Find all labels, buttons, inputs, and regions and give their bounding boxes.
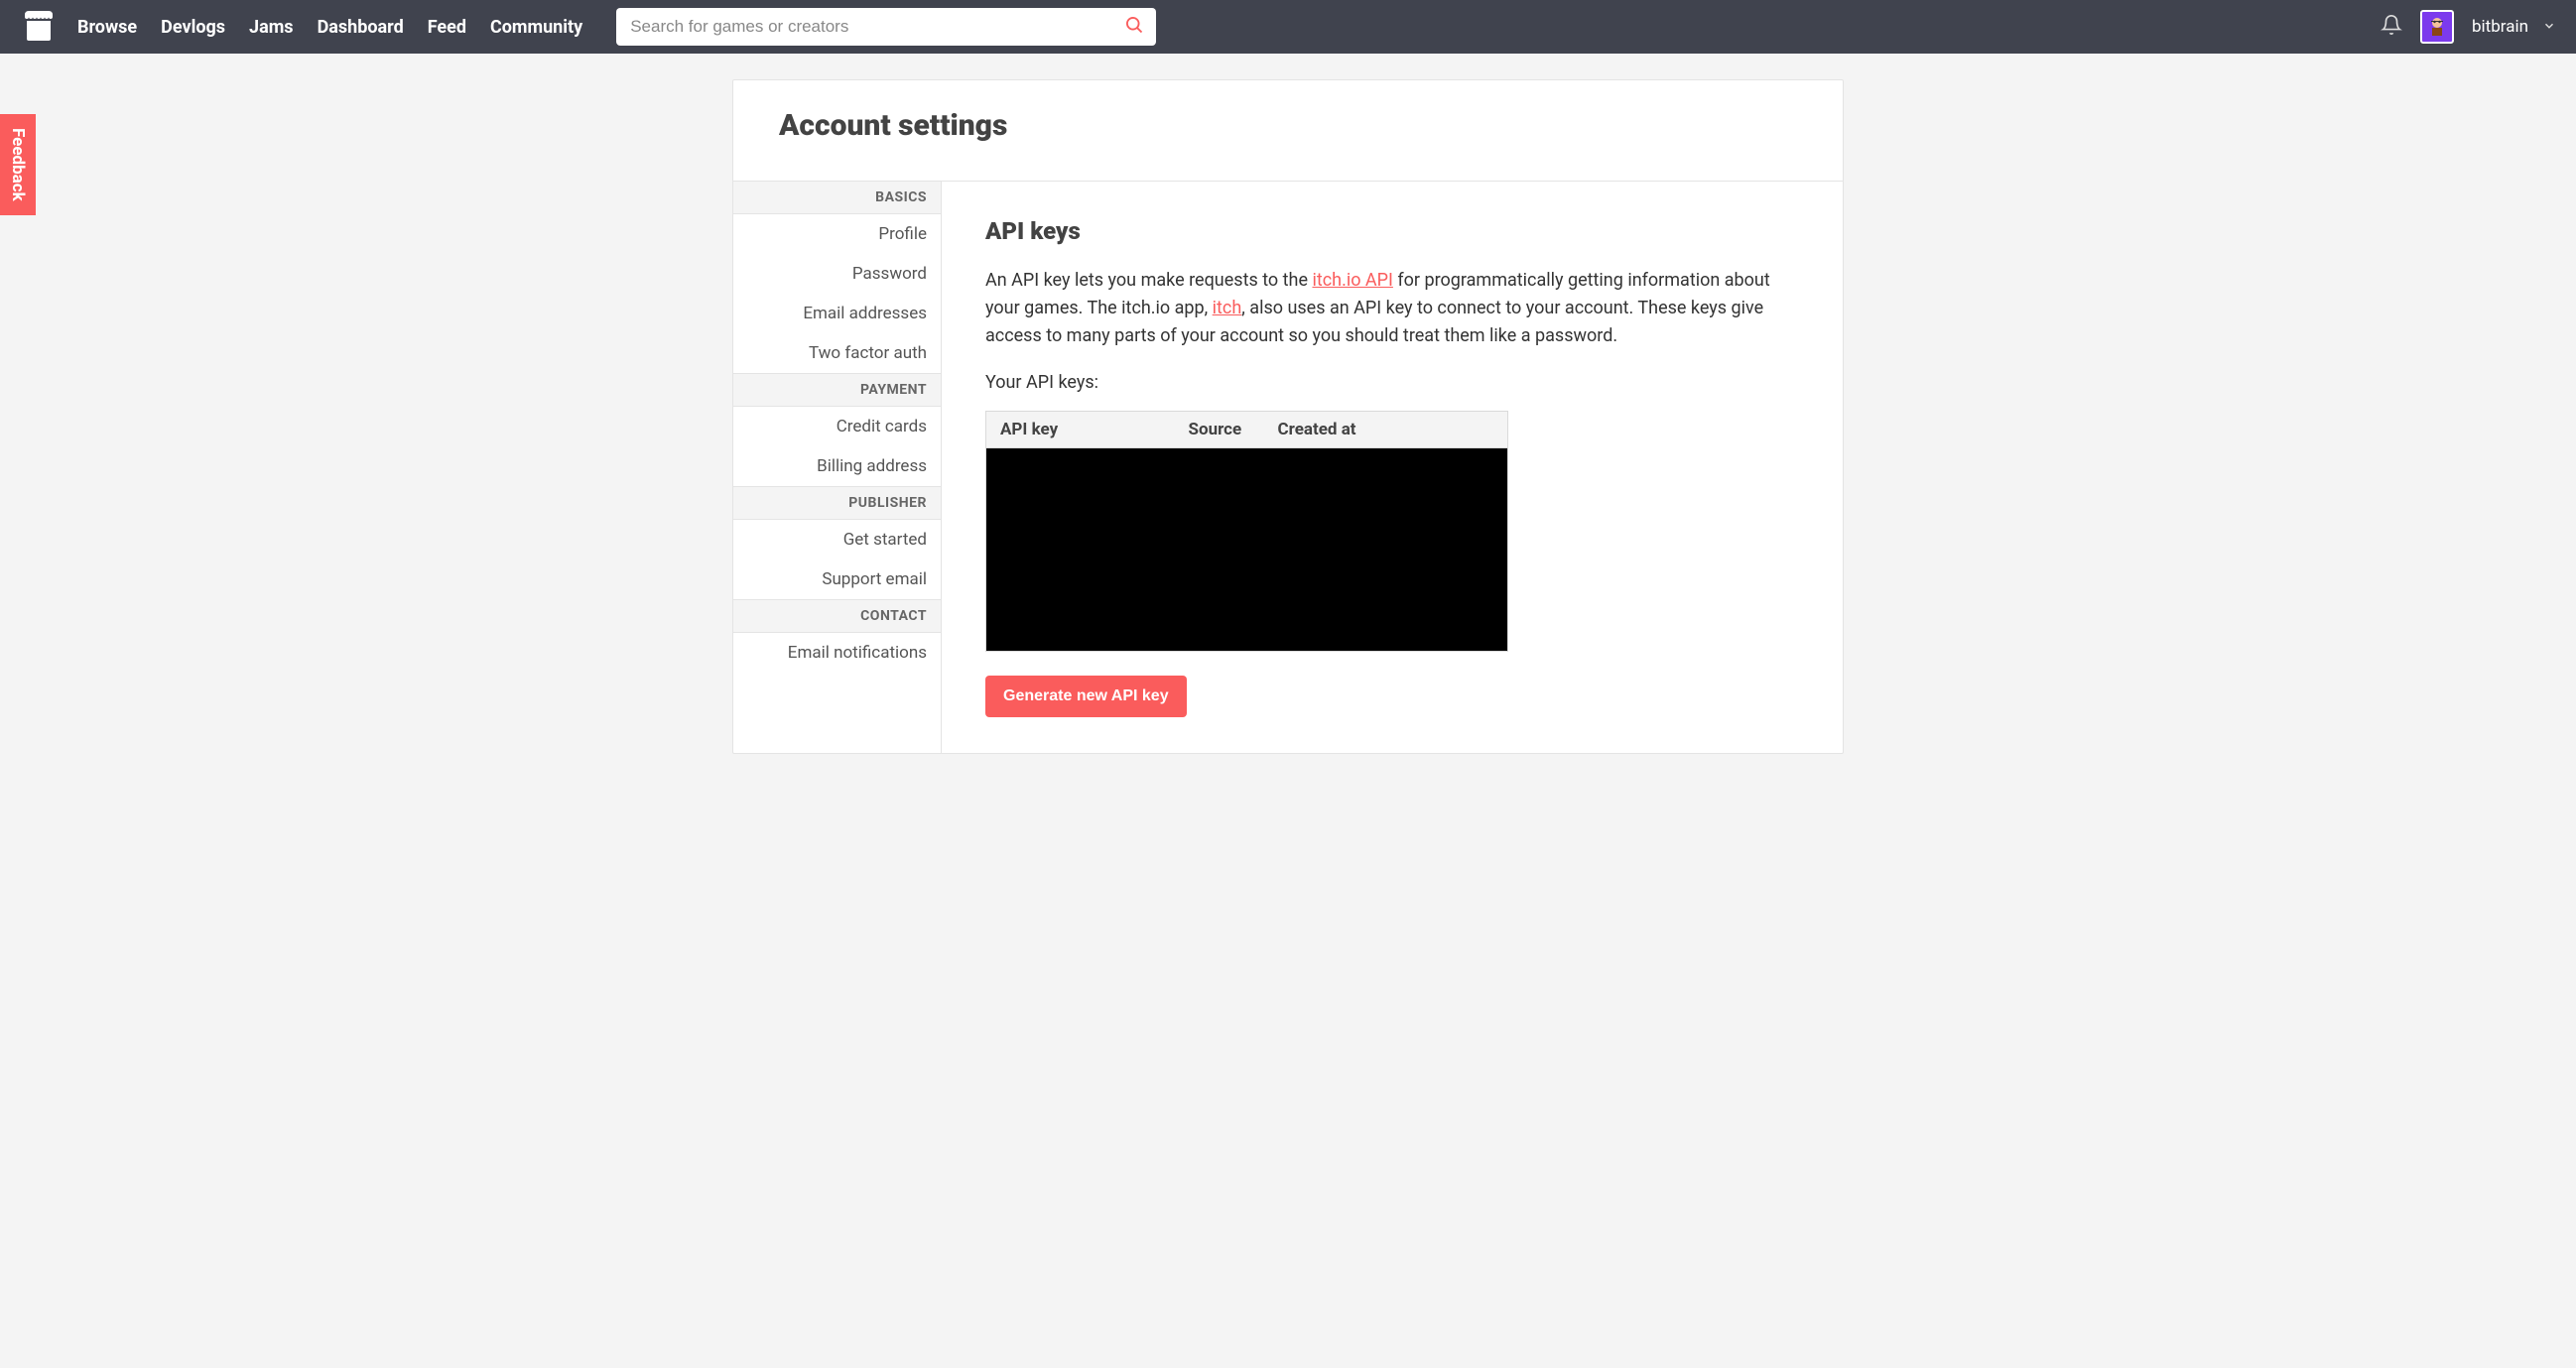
nav-links: Browse Devlogs Jams Dashboard Feed Commu… bbox=[77, 17, 582, 38]
nav-link-browse[interactable]: Browse bbox=[77, 17, 137, 38]
search-container bbox=[616, 8, 1156, 46]
sidebar-item-email-addresses[interactable]: Email addresses bbox=[733, 294, 941, 333]
table-header-created: Created at bbox=[1264, 411, 1508, 447]
page-title: Account settings bbox=[779, 108, 1797, 143]
table-header-source: Source bbox=[1175, 411, 1264, 447]
sidebar-item-support-email[interactable]: Support email bbox=[733, 560, 941, 599]
sidebar-item-two-factor[interactable]: Two factor auth bbox=[733, 333, 941, 373]
search-input[interactable] bbox=[616, 8, 1156, 46]
link-itchio-api[interactable]: itch.io API bbox=[1312, 270, 1392, 291]
settings-container: Account settings BASICS Profile Password… bbox=[732, 79, 1844, 754]
page-header: Account settings bbox=[733, 80, 1843, 182]
nav-link-community[interactable]: Community bbox=[490, 17, 582, 38]
feedback-tab[interactable]: Feedback bbox=[0, 114, 36, 215]
table-row bbox=[986, 447, 1508, 651]
nav-link-devlogs[interactable]: Devlogs bbox=[161, 17, 225, 38]
sidebar-header-payment: PAYMENT bbox=[733, 373, 941, 407]
top-navbar: Browse Devlogs Jams Dashboard Feed Commu… bbox=[0, 0, 2576, 54]
generate-api-key-button[interactable]: Generate new API key bbox=[985, 676, 1187, 717]
main-content: API keys An API key lets you make reques… bbox=[942, 182, 1843, 753]
desc-text-1: An API key lets you make requests to the bbox=[985, 270, 1312, 291]
table-header-apikey: API key bbox=[986, 411, 1175, 447]
content-wrap: BASICS Profile Password Email addresses … bbox=[733, 182, 1843, 753]
sidebar-header-publisher: PUBLISHER bbox=[733, 486, 941, 520]
redacted-block bbox=[986, 448, 1507, 651]
username-label[interactable]: bitbrain bbox=[2472, 17, 2528, 37]
api-keys-subheading: Your API keys: bbox=[985, 372, 1799, 393]
settings-sidebar: BASICS Profile Password Email addresses … bbox=[733, 182, 942, 753]
nav-link-jams[interactable]: Jams bbox=[249, 17, 294, 38]
sidebar-header-basics: BASICS bbox=[733, 182, 941, 214]
itch-logo-icon bbox=[21, 11, 57, 43]
nav-right: bitbrain bbox=[2381, 10, 2556, 44]
notifications-icon[interactable] bbox=[2381, 14, 2402, 40]
sidebar-item-profile[interactable]: Profile bbox=[733, 214, 941, 254]
sidebar-item-get-started[interactable]: Get started bbox=[733, 520, 941, 560]
api-description: An API key lets you make requests to the… bbox=[985, 267, 1799, 350]
sidebar-item-password[interactable]: Password bbox=[733, 254, 941, 294]
redacted-keys-cell bbox=[986, 447, 1508, 651]
nav-link-feed[interactable]: Feed bbox=[428, 17, 466, 38]
user-menu-chevron-icon[interactable] bbox=[2542, 18, 2556, 37]
nav-link-dashboard[interactable]: Dashboard bbox=[318, 17, 404, 38]
link-itch-app[interactable]: itch bbox=[1213, 298, 1242, 318]
search-icon[interactable] bbox=[1124, 15, 1144, 39]
api-keys-table: API key Source Created at bbox=[985, 411, 1508, 652]
user-avatar[interactable] bbox=[2420, 10, 2454, 44]
sidebar-item-credit-cards[interactable]: Credit cards bbox=[733, 407, 941, 446]
sidebar-header-contact: CONTACT bbox=[733, 599, 941, 633]
sidebar-item-billing-address[interactable]: Billing address bbox=[733, 446, 941, 486]
sidebar-item-email-notifications[interactable]: Email notifications bbox=[733, 633, 941, 673]
site-logo[interactable] bbox=[20, 10, 58, 44]
section-title: API keys bbox=[985, 217, 1799, 245]
